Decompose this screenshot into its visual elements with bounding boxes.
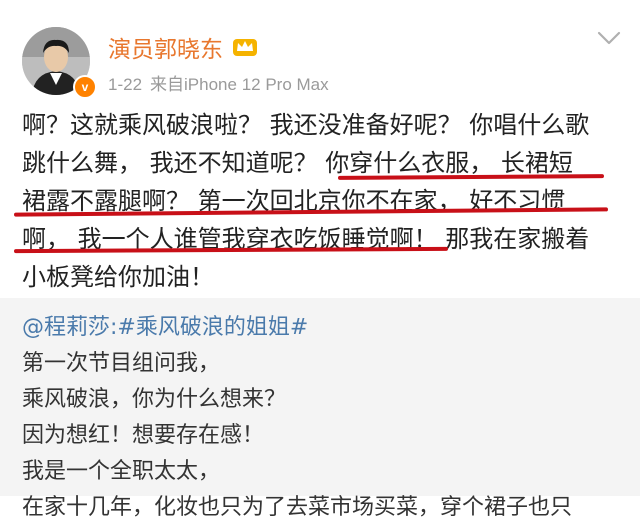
repost-line: 我是一个全职太太， bbox=[22, 459, 221, 484]
mention-link[interactable]: @程莉莎: bbox=[22, 315, 117, 340]
username[interactable]: 演员郭晓东 bbox=[108, 30, 223, 64]
post-header: v 演员郭晓东 1-22 来自iPhone 12 Pro Max bbox=[0, 0, 640, 100]
repost-heading: @程莉莎:#乘风破浪的姐姐# bbox=[22, 310, 622, 346]
post-date: 1-22 bbox=[108, 75, 143, 94]
vip-badge: v bbox=[73, 75, 97, 99]
post-line: 啊？这就乘风破浪啦？ 我还没准备好呢？ 你唱什么歌 bbox=[22, 111, 590, 139]
repost-line: 因为想红！想要存在感！ bbox=[22, 423, 265, 448]
topic-link[interactable]: #乘风破浪的姐姐# bbox=[117, 315, 308, 340]
crown-icon[interactable] bbox=[232, 35, 258, 57]
post-meta: 1-22 来自iPhone 12 Pro Max bbox=[108, 70, 329, 95]
repost-line: 第一次节目组问我， bbox=[22, 351, 221, 376]
post-source: 来自iPhone 12 Pro Max bbox=[150, 75, 329, 94]
post-line: 小板凳给你加油！ bbox=[22, 263, 214, 291]
repost-line: 乘风破浪，你为什么想来？ bbox=[22, 387, 287, 412]
repost-card[interactable]: @程莉莎:#乘风破浪的姐姐# 第一次节目组问我， 乘风破浪，你为什么想来？ 因为… bbox=[0, 298, 640, 520]
repost-line: 在家十几年，化妆也只为了去菜市场买菜，穿个裙子也只 bbox=[22, 495, 573, 520]
post-body: 啊？这就乘风破浪啦？ 我还没准备好呢？ 你唱什么歌 跳什么舞， 我还不知道呢？ … bbox=[22, 106, 622, 296]
chevron-down-icon[interactable] bbox=[597, 30, 621, 46]
